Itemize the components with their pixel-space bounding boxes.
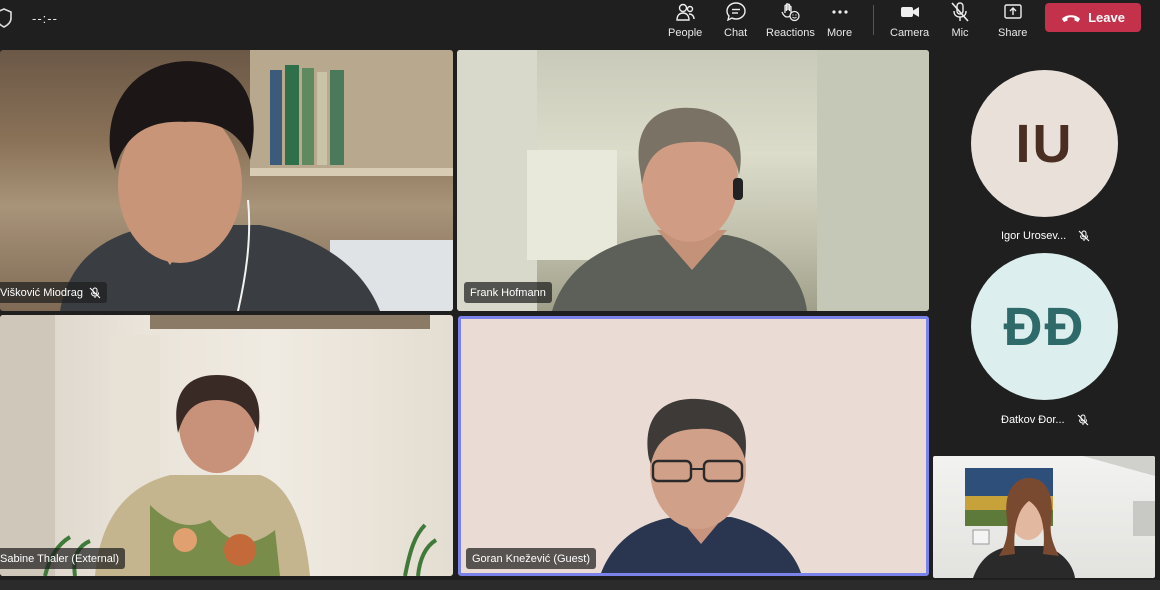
leave-button[interactable]: Leave bbox=[1045, 3, 1141, 32]
chat-icon bbox=[725, 2, 746, 22]
reactions-button[interactable]: Reactions bbox=[766, 0, 815, 46]
participant-name-tag: Goran Knežević (Guest) bbox=[466, 548, 596, 569]
video-tile-viskovic[interactable]: Višković Miodrag bbox=[0, 50, 453, 311]
people-button[interactable]: People bbox=[668, 0, 702, 46]
leave-label: Leave bbox=[1088, 10, 1125, 25]
participant-name: Frank Hofmann bbox=[470, 286, 546, 299]
toolbar-divider bbox=[873, 5, 874, 35]
chat-label: Chat bbox=[724, 27, 748, 39]
mic-off-icon bbox=[89, 287, 101, 298]
participant-name: Goran Knežević (Guest) bbox=[472, 552, 590, 565]
meeting-toolbar: --:-- People Chat Reactions More Camera … bbox=[0, 0, 1160, 46]
reactions-icon bbox=[781, 3, 801, 22]
os-taskbar bbox=[0, 580, 1160, 590]
self-view-image bbox=[965, 456, 1155, 578]
participant-name: Igor Urosev... bbox=[1001, 230, 1067, 242]
share-button[interactable]: Share bbox=[998, 0, 1027, 46]
participant-video bbox=[60, 50, 453, 311]
participant-name-tag: Sabine Thaler (External) bbox=[0, 548, 126, 569]
participant-video bbox=[457, 50, 929, 311]
mic-button[interactable]: Mic bbox=[949, 0, 971, 46]
participant-name-tag: Višković Miodrag bbox=[0, 282, 107, 303]
shield-icon bbox=[0, 8, 12, 28]
mic-off-icon bbox=[1078, 230, 1090, 242]
mic-off-icon bbox=[1077, 414, 1088, 426]
video-tile-knezevic-active-speaker[interactable]: Goran Knežević (Guest) bbox=[458, 316, 929, 576]
camera-icon bbox=[900, 7, 919, 17]
mic-off-icon bbox=[951, 2, 969, 22]
self-view-video[interactable] bbox=[933, 456, 1155, 578]
hang-up-icon bbox=[1062, 14, 1081, 22]
people-icon bbox=[676, 3, 695, 21]
participant-name-tag: Igor Urosev... bbox=[1001, 230, 1090, 242]
participant-name-tag: Đatkov Đor... bbox=[1001, 414, 1089, 426]
participant-avatar-dd[interactable]: ĐĐ bbox=[971, 253, 1118, 400]
share-label: Share bbox=[998, 27, 1028, 39]
camera-label: Camera bbox=[890, 27, 930, 39]
participant-avatar-iu[interactable]: IU bbox=[971, 70, 1118, 217]
avatar-initials: ĐĐ bbox=[1003, 296, 1086, 357]
meeting-timer: --:-- bbox=[32, 11, 58, 26]
camera-button[interactable]: Camera bbox=[890, 0, 929, 46]
share-screen-icon bbox=[1003, 4, 1022, 19]
video-tile-hofmann[interactable]: Frank Hofmann bbox=[457, 50, 929, 311]
people-label: People bbox=[668, 27, 703, 39]
more-dots-icon bbox=[831, 10, 848, 14]
participant-name: Đatkov Đor... bbox=[1001, 414, 1065, 426]
video-tile-thaler[interactable]: Sabine Thaler (External) bbox=[0, 315, 453, 576]
participant-video bbox=[0, 315, 438, 576]
participant-name-tag: Frank Hofmann bbox=[464, 282, 552, 303]
reactions-label: Reactions bbox=[766, 27, 815, 39]
mic-label: Mic bbox=[951, 27, 969, 39]
more-label: More bbox=[827, 27, 853, 39]
participant-video bbox=[601, 398, 801, 573]
more-button[interactable]: More bbox=[827, 0, 852, 46]
chat-button[interactable]: Chat bbox=[724, 0, 747, 46]
participant-name: Višković Miodrag bbox=[0, 286, 83, 299]
avatar-initials: IU bbox=[1015, 113, 1074, 174]
participant-name: Sabine Thaler (External) bbox=[0, 552, 120, 565]
